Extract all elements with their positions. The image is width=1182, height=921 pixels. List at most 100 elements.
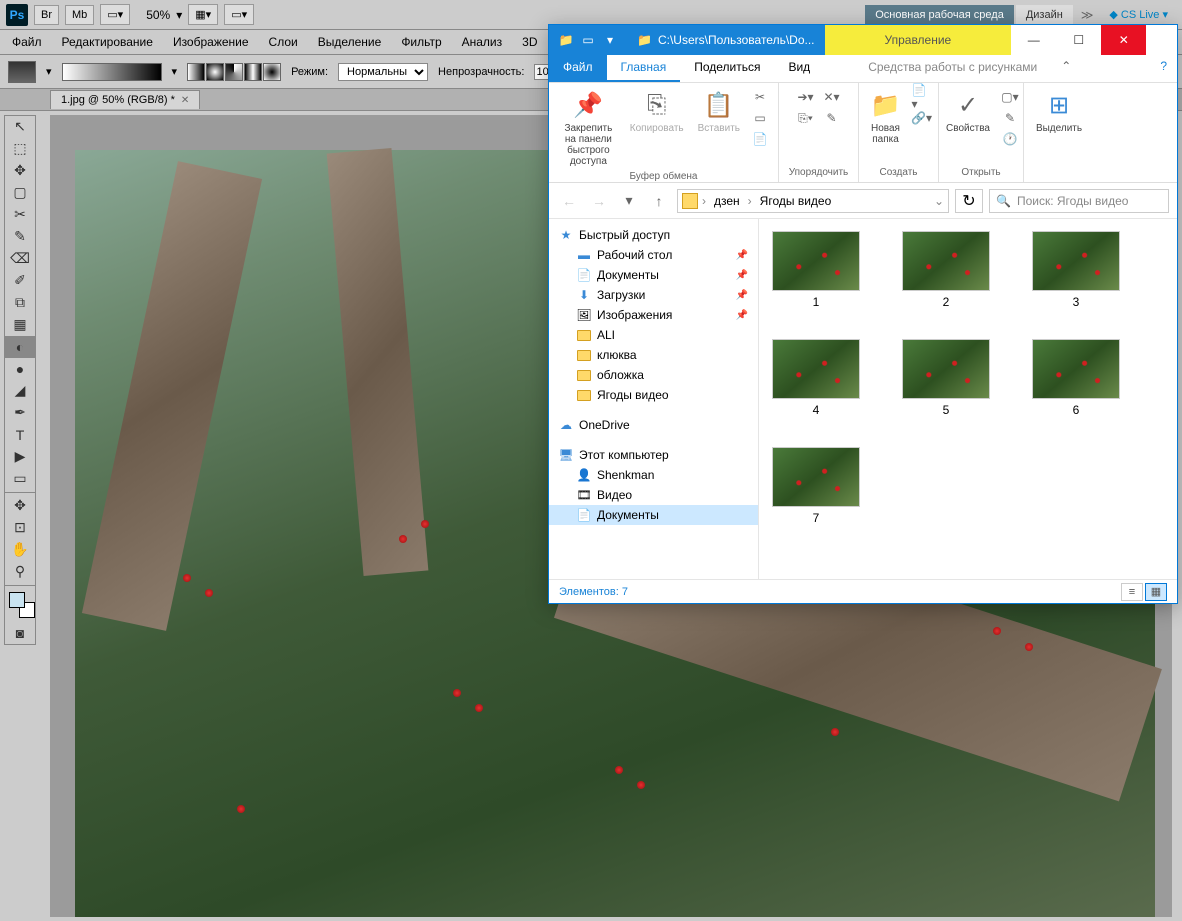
refresh-button[interactable]: ↻ (955, 189, 983, 213)
history-icon[interactable]: 🕐 (1000, 129, 1020, 149)
ribbon-tab-file[interactable]: Файл (549, 55, 607, 82)
breadcrumb-item[interactable]: дзен (710, 194, 744, 208)
menu-select[interactable]: Выделение (318, 35, 382, 49)
breadcrumb-sep[interactable]: › (748, 194, 752, 208)
maximize-button[interactable]: ☐ (1056, 25, 1101, 55)
ribbon-tab-picture-tools[interactable]: Средства работы с рисунками (854, 55, 1051, 82)
nav-video[interactable]: 🎞Видео (549, 485, 758, 505)
file-list-area[interactable]: 1 2 3 4 5 6 7 (759, 219, 1177, 579)
linear-gradient-icon[interactable] (187, 63, 205, 81)
dodge-tool[interactable]: ◢ (5, 380, 35, 402)
edit-icon[interactable]: ✎ (1000, 108, 1020, 128)
color-swatches[interactable] (5, 588, 35, 622)
nav-folder-klyukva[interactable]: клюква (549, 345, 758, 365)
folder-icon[interactable]: 📁 (557, 31, 575, 49)
menu-image[interactable]: Изображение (173, 35, 249, 49)
dropdown-icon[interactable]: ▾ (46, 65, 52, 78)
menu-file[interactable]: Файл (12, 35, 42, 49)
qat-dropdown-icon[interactable]: ▾ (601, 31, 619, 49)
contextual-tab-header[interactable]: Управление (825, 25, 1012, 55)
nav-desktop[interactable]: ▬Рабочий стол📌 (549, 245, 758, 265)
easy-access-icon[interactable]: 🔗▾ (912, 108, 932, 128)
pin-button[interactable]: 📌 Закрепить на панели быстрого доступа (557, 87, 620, 169)
thispc-header[interactable]: 🖥Этот компьютер (549, 445, 758, 465)
move-tool[interactable]: ↖ (5, 116, 35, 138)
screen-mode-button[interactable]: ▭▾ (100, 4, 130, 25)
gradient-tool[interactable]: ◐ (5, 336, 35, 358)
blend-mode-select[interactable]: Нормальный (338, 63, 428, 81)
ribbon-collapse-icon[interactable]: ⌃ (1051, 55, 1081, 82)
cut-icon[interactable]: ✂ (750, 87, 770, 107)
quick-access-header[interactable]: ★Быстрый доступ (549, 225, 758, 245)
nav-downloads[interactable]: ⬇Загрузки📌 (549, 285, 758, 305)
nav-folder-oblozhka[interactable]: обложка (549, 365, 758, 385)
file-item[interactable]: 4 (771, 339, 861, 417)
type-tool[interactable]: T (5, 424, 35, 446)
nav-up-icon[interactable]: ↑ (647, 189, 671, 213)
menu-3d[interactable]: 3D (522, 35, 537, 49)
breadcrumb-root-sep[interactable]: › (702, 194, 706, 208)
ribbon-tab-share[interactable]: Поделиться (680, 55, 774, 82)
reflected-gradient-icon[interactable] (244, 63, 262, 81)
nav-pictures[interactable]: 🖼Изображения📌 (549, 305, 758, 325)
open-icon[interactable]: ▢▾ (1000, 87, 1020, 107)
ribbon-tab-view[interactable]: Вид (774, 55, 824, 82)
nav-forward-icon[interactable]: → (587, 189, 611, 213)
menu-filter[interactable]: Фильтр (401, 35, 441, 49)
details-view-button[interactable]: ≡ (1121, 583, 1143, 601)
cslive-button[interactable]: ◆ CS Live ▾ (1101, 4, 1176, 25)
history-brush-tool[interactable]: ⧉ (5, 292, 35, 314)
move-to-icon[interactable]: ➔▾ (796, 87, 816, 107)
pen-tool[interactable]: ✒ (5, 402, 35, 424)
nav-folder-ali[interactable]: ALI (549, 325, 758, 345)
menu-layers[interactable]: Слои (269, 35, 298, 49)
brush-tool[interactable]: ⌫ (5, 248, 35, 270)
marquee-tool[interactable]: ⬚ (5, 138, 35, 160)
file-item[interactable]: 2 (901, 231, 991, 309)
arrange-button[interactable]: ▦▾ (188, 4, 218, 25)
stamp-tool[interactable]: ✐ (5, 270, 35, 292)
eraser-tool[interactable]: ▦ (5, 314, 35, 336)
nav-documents[interactable]: 📄Документы📌 (549, 265, 758, 285)
tool-preset-icon[interactable] (8, 61, 36, 83)
menu-edit[interactable]: Редактирование (62, 35, 153, 49)
address-bar[interactable]: › дзен › Ягоды видео ⌄ (677, 189, 949, 213)
tab-close-icon[interactable]: ✕ (181, 95, 189, 106)
workspace-selector[interactable]: Основная рабочая среда (865, 5, 1014, 25)
document-tab[interactable]: 1.jpg @ 50% (RGB/8) * ✕ (50, 90, 200, 109)
nav-recent-icon[interactable]: ▾ (617, 189, 641, 213)
copy-to-icon[interactable]: ⎘▾ (796, 108, 816, 128)
gradient-dropdown-icon[interactable]: ▾ (172, 65, 178, 78)
zoom-dropdown-icon[interactable]: ▾ (176, 8, 182, 22)
properties-qat-icon[interactable]: ▭ (579, 31, 597, 49)
path-tool[interactable]: ▶ (5, 446, 35, 468)
zoom-tool[interactable]: ⚲ (5, 561, 35, 583)
nav-back-icon[interactable]: ← (557, 189, 581, 213)
file-item[interactable]: 5 (901, 339, 991, 417)
diamond-gradient-icon[interactable] (263, 63, 281, 81)
explorer-titlebar[interactable]: 📁 ▭ ▾ 📁C:\Users\Пользователь\Do... Управ… (549, 25, 1177, 55)
menu-analysis[interactable]: Анализ (462, 35, 503, 49)
help-icon[interactable]: ? (1150, 55, 1177, 82)
onedrive-header[interactable]: ☁OneDrive (549, 415, 758, 435)
eyedropper-tool[interactable]: ✂ (5, 204, 35, 226)
select-button[interactable]: ⊞ Выделить (1032, 87, 1086, 136)
nav-shenkman[interactable]: 👤Shenkman (549, 465, 758, 485)
icons-view-button[interactable]: ▦ (1145, 583, 1167, 601)
zoom-level[interactable]: 50% (146, 8, 170, 22)
angle-gradient-icon[interactable] (225, 63, 243, 81)
shape-tool[interactable]: ▭ (5, 468, 35, 490)
minimize-button[interactable]: — (1011, 25, 1056, 55)
rename-icon[interactable]: ✎ (822, 108, 842, 128)
copy-button[interactable]: ⎘ Копировать (626, 87, 688, 136)
navigation-pane[interactable]: ★Быстрый доступ ▬Рабочий стол📌 📄Документ… (549, 219, 759, 579)
foreground-color-swatch[interactable] (9, 592, 25, 608)
delete-icon[interactable]: ✕▾ (822, 87, 842, 107)
new-folder-button[interactable]: 📁 Новая папка (866, 87, 906, 147)
lasso-tool[interactable]: ✥ (5, 160, 35, 182)
3d-camera-tool[interactable]: ⊡ (5, 517, 35, 539)
radial-gradient-icon[interactable] (206, 63, 224, 81)
search-box[interactable]: 🔍 Поиск: Ягоды видео (989, 189, 1169, 213)
gradient-picker[interactable] (62, 63, 162, 81)
file-item[interactable]: 1 (771, 231, 861, 309)
